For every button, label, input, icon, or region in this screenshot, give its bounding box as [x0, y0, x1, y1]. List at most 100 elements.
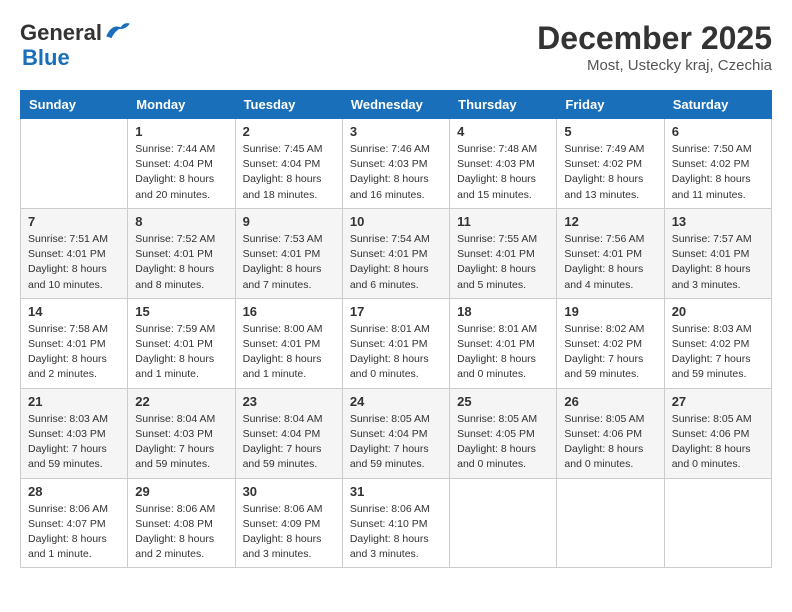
col-saturday: Saturday: [664, 91, 771, 119]
day-info: Sunrise: 8:06 AMSunset: 4:09 PMDaylight:…: [243, 502, 335, 563]
day-number: 23: [243, 394, 335, 409]
day-number: 29: [135, 484, 227, 499]
day-number: 26: [564, 394, 656, 409]
table-row: 3Sunrise: 7:46 AMSunset: 4:03 PMDaylight…: [342, 119, 449, 209]
day-number: 19: [564, 304, 656, 319]
day-number: 15: [135, 304, 227, 319]
table-row: 12Sunrise: 7:56 AMSunset: 4:01 PMDayligh…: [557, 208, 664, 298]
table-row: 2Sunrise: 7:45 AMSunset: 4:04 PMDaylight…: [235, 119, 342, 209]
day-number: 2: [243, 124, 335, 139]
day-number: 13: [672, 214, 764, 229]
table-row: 1 Sunrise: 7:44 AMSunset: 4:04 PMDaylight…: [128, 119, 235, 209]
day-number: 11: [457, 214, 549, 229]
day-info: Sunrise: 8:06 AMSunset: 4:07 PMDaylight:…: [28, 502, 120, 563]
day-info: Sunrise: 7:44 AMSunset: 4:04 PMDaylight:…: [135, 142, 227, 203]
day-number: 24: [350, 394, 442, 409]
day-info: Sunrise: 8:05 AMSunset: 4:05 PMDaylight:…: [457, 412, 549, 473]
day-info: Sunrise: 8:02 AMSunset: 4:02 PMDaylight:…: [564, 322, 656, 383]
table-row: 9Sunrise: 7:53 AMSunset: 4:01 PMDaylight…: [235, 208, 342, 298]
table-row: 10Sunrise: 7:54 AMSunset: 4:01 PMDayligh…: [342, 208, 449, 298]
calendar-table: Sunday Monday Tuesday Wednesday Thursday…: [20, 90, 772, 568]
table-row: 30 Sunrise: 8:06 AMSunset: 4:09 PMDayligh…: [235, 478, 342, 568]
day-info: Sunrise: 8:03 AMSunset: 4:02 PMDaylight:…: [672, 322, 764, 383]
day-number: 8: [135, 214, 227, 229]
table-row: [664, 478, 771, 568]
day-number: 14: [28, 304, 120, 319]
table-row: 11 Sunrise: 7:55 AMSunset: 4:01 PMDayligh…: [450, 208, 557, 298]
logo-blue-text: Blue: [22, 45, 70, 70]
day-number: 17: [350, 304, 442, 319]
day-info: Sunrise: 8:05 AMSunset: 4:06 PMDaylight:…: [564, 412, 656, 473]
day-info: Sunrise: 7:59 AMSunset: 4:01 PMDaylight:…: [135, 322, 227, 383]
day-number: 7: [28, 214, 120, 229]
day-number: 9: [243, 214, 335, 229]
table-row: 23 Sunrise: 8:04 AMSunset: 4:04 PMDayligh…: [235, 388, 342, 478]
table-row: 26 Sunrise: 8:05 AMSunset: 4:06 PMDayligh…: [557, 388, 664, 478]
month-year-title: December 2025: [537, 20, 772, 57]
day-number: 1: [135, 124, 227, 139]
table-row: [557, 478, 664, 568]
day-info: Sunrise: 8:05 AMSunset: 4:06 PMDaylight:…: [672, 412, 764, 473]
col-friday: Friday: [557, 91, 664, 119]
table-row: 17Sunrise: 8:01 AMSunset: 4:01 PMDayligh…: [342, 298, 449, 388]
table-row: 18Sunrise: 8:01 AMSunset: 4:01 PMDayligh…: [450, 298, 557, 388]
table-row: 4 Sunrise: 7:48 AMSunset: 4:03 PMDaylight…: [450, 119, 557, 209]
col-tuesday: Tuesday: [235, 91, 342, 119]
day-number: 20: [672, 304, 764, 319]
day-info: Sunrise: 7:50 AMSunset: 4:02 PMDaylight:…: [672, 142, 764, 203]
calendar-week-row: 21 Sunrise: 8:03 AMSunset: 4:03 PMDayligh…: [21, 388, 772, 478]
calendar-week-row: 14 Sunrise: 7:58 AMSunset: 4:01 PMDayligh…: [21, 298, 772, 388]
table-row: 6 Sunrise: 7:50 AMSunset: 4:02 PMDaylight…: [664, 119, 771, 209]
day-info: Sunrise: 7:51 AMSunset: 4:01 PMDaylight:…: [28, 232, 120, 293]
table-row: 8 Sunrise: 7:52 AMSunset: 4:01 PMDaylight…: [128, 208, 235, 298]
day-info: Sunrise: 8:00 AMSunset: 4:01 PMDaylight:…: [243, 322, 335, 383]
day-number: 4: [457, 124, 549, 139]
day-info: Sunrise: 7:57 AMSunset: 4:01 PMDaylight:…: [672, 232, 764, 293]
day-info: Sunrise: 8:04 AMSunset: 4:04 PMDaylight:…: [243, 412, 335, 473]
table-row: 22 Sunrise: 8:04 AMSunset: 4:03 PMDayligh…: [128, 388, 235, 478]
day-info: Sunrise: 8:06 AMSunset: 4:10 PMDaylight:…: [350, 502, 442, 563]
day-number: 18: [457, 304, 549, 319]
day-number: 10: [350, 214, 442, 229]
day-info: Sunrise: 8:05 AMSunset: 4:04 PMDaylight:…: [350, 412, 442, 473]
day-info: Sunrise: 7:48 AMSunset: 4:03 PMDaylight:…: [457, 142, 549, 203]
col-thursday: Thursday: [450, 91, 557, 119]
day-info: Sunrise: 7:58 AMSunset: 4:01 PMDaylight:…: [28, 322, 120, 383]
day-number: 12: [564, 214, 656, 229]
day-info: Sunrise: 7:55 AMSunset: 4:01 PMDaylight:…: [457, 232, 549, 293]
day-number: 25: [457, 394, 549, 409]
logo: General Blue: [20, 20, 132, 71]
calendar-week-row: 1 Sunrise: 7:44 AMSunset: 4:04 PMDaylight…: [21, 119, 772, 209]
table-row: [21, 119, 128, 209]
logo-bird-icon: [104, 20, 132, 40]
logo-text: General: [20, 20, 132, 45]
day-info: Sunrise: 8:03 AMSunset: 4:03 PMDaylight:…: [28, 412, 120, 473]
col-wednesday: Wednesday: [342, 91, 449, 119]
col-monday: Monday: [128, 91, 235, 119]
day-number: 16: [243, 304, 335, 319]
title-block: December 2025 Most, Ustecky kraj, Czechi…: [537, 20, 772, 74]
table-row: 16 Sunrise: 8:00 AMSunset: 4:01 PMDayligh…: [235, 298, 342, 388]
day-info: Sunrise: 7:49 AMSunset: 4:02 PMDaylight:…: [564, 142, 656, 203]
table-row: 24 Sunrise: 8:05 AMSunset: 4:04 PMDayligh…: [342, 388, 449, 478]
day-number: 6: [672, 124, 764, 139]
day-number: 22: [135, 394, 227, 409]
table-row: 19 Sunrise: 8:02 AMSunset: 4:02 PMDayligh…: [557, 298, 664, 388]
day-info: Sunrise: 8:04 AMSunset: 4:03 PMDaylight:…: [135, 412, 227, 473]
day-number: 30: [243, 484, 335, 499]
table-row: 13 Sunrise: 7:57 AMSunset: 4:01 PMDayligh…: [664, 208, 771, 298]
col-sunday: Sunday: [21, 91, 128, 119]
table-row: 15 Sunrise: 7:59 AMSunset: 4:01 PMDayligh…: [128, 298, 235, 388]
table-row: [450, 478, 557, 568]
day-number: 21: [28, 394, 120, 409]
location-subtitle: Most, Ustecky kraj, Czechia: [537, 57, 772, 74]
day-number: 27: [672, 394, 764, 409]
logo-general: General: [20, 20, 102, 45]
page-header: General Blue December 2025 Most, Ustecky…: [20, 20, 772, 74]
day-info: Sunrise: 7:52 AMSunset: 4:01 PMDaylight:…: [135, 232, 227, 293]
calendar-header-row: Sunday Monday Tuesday Wednesday Thursday…: [21, 91, 772, 119]
table-row: 21 Sunrise: 8:03 AMSunset: 4:03 PMDayligh…: [21, 388, 128, 478]
calendar-week-row: 28Sunrise: 8:06 AMSunset: 4:07 PMDayligh…: [21, 478, 772, 568]
day-number: 5: [564, 124, 656, 139]
day-info: Sunrise: 8:06 AMSunset: 4:08 PMDaylight:…: [135, 502, 227, 563]
